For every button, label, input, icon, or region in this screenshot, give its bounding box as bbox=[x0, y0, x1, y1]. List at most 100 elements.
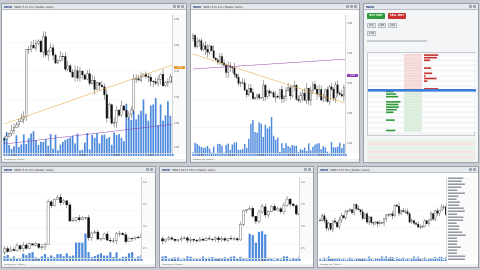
volume-bar bbox=[159, 104, 162, 156]
price-plot[interactable] bbox=[319, 177, 447, 261]
candle-body bbox=[281, 89, 283, 100]
close-icon[interactable] bbox=[308, 168, 311, 171]
candle-body bbox=[340, 215, 343, 221]
candle-body bbox=[225, 64, 227, 73]
price-plot[interactable] bbox=[192, 14, 347, 156]
x-tick: Wed bbox=[261, 259, 267, 262]
quote-row bbox=[448, 243, 457, 245]
close-icon[interactable] bbox=[473, 5, 476, 8]
candle-body bbox=[137, 78, 140, 81]
last-price-field[interactable]: 2.94 bbox=[367, 30, 377, 36]
symbol-label[interactable]: WNU bbox=[4, 168, 12, 172]
close-icon[interactable] bbox=[354, 5, 357, 8]
candle-body bbox=[176, 239, 180, 241]
symbol-label[interactable]: WNU bbox=[320, 168, 328, 172]
candle-body bbox=[91, 80, 94, 84]
candle-body bbox=[245, 209, 248, 211]
order-type-select[interactable]: LMT bbox=[377, 22, 387, 28]
settings-icon[interactable] bbox=[469, 5, 472, 8]
volume-bar bbox=[140, 110, 142, 156]
candle-body bbox=[260, 97, 263, 99]
sell-button[interactable]: SELL MKT bbox=[388, 13, 406, 19]
symbol-label[interactable]: WNU bbox=[4, 5, 12, 9]
ladder-price-cell bbox=[404, 100, 422, 103]
candle-body bbox=[212, 50, 215, 59]
price-axis[interactable]: 4.0 3.5 3.0 2.5 bbox=[299, 177, 313, 259]
candle-body bbox=[241, 82, 244, 84]
candle-body bbox=[427, 219, 430, 224]
candle-body bbox=[340, 94, 343, 97]
trade-panel[interactable]: WNU BUY MKT SELL MKT 100 LMT DAY 2.94 bbox=[363, 3, 479, 163]
drawing-set-label[interactable]: Drawing set: Default bbox=[2, 159, 186, 162]
candle-body bbox=[270, 92, 273, 94]
candle-body bbox=[220, 238, 223, 240]
buy-button[interactable]: BUY MKT bbox=[367, 13, 385, 19]
close-icon[interactable] bbox=[181, 5, 184, 8]
settings-icon[interactable] bbox=[146, 168, 149, 171]
ladder-price-cell bbox=[404, 108, 422, 111]
ladder-price-cell bbox=[404, 95, 422, 98]
settings-icon[interactable] bbox=[173, 5, 176, 8]
drawing-set-label[interactable]: Drawing set: Default bbox=[2, 264, 155, 267]
y-tick: 3.40 bbox=[347, 22, 353, 25]
candle-body bbox=[112, 240, 115, 242]
volume-bar bbox=[147, 120, 150, 156]
candle-body bbox=[66, 65, 69, 70]
chart-pane-5m[interactable]: WNU WNU 5 D 5m (Heikin Ashi) Mon Tue Wed… bbox=[317, 166, 479, 268]
settings-icon[interactable] bbox=[346, 5, 349, 8]
maximize-icon[interactable] bbox=[350, 5, 353, 8]
price-axis[interactable]: 3.40 3.20 3.00 2.80 2.60 2.94 bbox=[345, 14, 359, 154]
candle-body bbox=[279, 208, 283, 212]
volume-bar bbox=[250, 123, 252, 156]
volume-bar bbox=[252, 119, 254, 156]
time-and-sales[interactable] bbox=[367, 140, 475, 162]
settings-icon[interactable] bbox=[304, 168, 307, 171]
order-book-ladder[interactable] bbox=[367, 52, 476, 136]
drawing-set-label[interactable]: Drawing set: Default bbox=[160, 264, 313, 267]
candle-body bbox=[42, 36, 45, 53]
candle-body bbox=[210, 45, 213, 51]
symbol-label[interactable]: WNU bbox=[193, 5, 201, 9]
drawing-set-label[interactable]: Drawing set: Default bbox=[191, 159, 359, 162]
candle-body bbox=[100, 85, 103, 87]
chart-pane-1m-main[interactable]: WNU WNU 5 D 1m (Heikin Ashi) 4.50 4.00 3… bbox=[1, 3, 187, 163]
drawing-set-label[interactable]: Drawing set: Default bbox=[318, 264, 478, 267]
candle-body bbox=[118, 233, 121, 235]
price-plot[interactable] bbox=[3, 14, 174, 156]
price-plot[interactable] bbox=[161, 177, 301, 261]
volume-bar bbox=[127, 117, 130, 156]
close-icon[interactable] bbox=[150, 168, 153, 171]
chart-pane-small-1[interactable]: WNU WNU 5 D 1m (Heikin Ashi) 4.0 3.5 3.0… bbox=[1, 166, 156, 268]
ladder-size-bar bbox=[386, 129, 396, 132]
tif-select[interactable]: DAY bbox=[388, 22, 398, 28]
price-plot[interactable] bbox=[3, 177, 143, 261]
ladder-price-cell bbox=[404, 67, 422, 70]
price-axis[interactable]: 4.0 3.5 3.0 2.5 bbox=[141, 177, 155, 259]
quote-table[interactable] bbox=[446, 177, 478, 260]
chart-pane-1m-zoom[interactable]: WNU WNU 5 D 1m (Heikin Ashi) 3.40 3.20 3… bbox=[190, 3, 360, 163]
candle-body bbox=[217, 237, 220, 240]
symbol-label[interactable]: WNU bbox=[366, 5, 374, 9]
candle-body bbox=[132, 79, 135, 111]
candle-body bbox=[419, 226, 422, 228]
chart-title: WNU 10 D 15m (Heikin Ashi) bbox=[172, 167, 216, 172]
volume-bar bbox=[152, 104, 155, 156]
candle-body bbox=[239, 224, 242, 241]
candle-body bbox=[289, 87, 292, 97]
maximize-icon[interactable] bbox=[177, 5, 180, 8]
chart-pane-small-2[interactable]: WNU WNU 10 D 15m (Heikin Ashi) 4.0 3.5 3… bbox=[159, 166, 314, 268]
candle-body bbox=[276, 96, 279, 98]
price-axis[interactable]: 4.50 4.00 3.50 3.00 2.50 2.00 2.94 bbox=[172, 14, 186, 154]
candle-body bbox=[404, 211, 407, 213]
x-tick: 10:00 bbox=[228, 154, 235, 157]
candle-body bbox=[87, 217, 90, 238]
qty-field[interactable]: 100 bbox=[367, 22, 376, 28]
candle-body bbox=[312, 84, 314, 91]
candle-body bbox=[406, 211, 409, 214]
ladder-price-cell bbox=[404, 56, 422, 59]
symbol-label[interactable]: WNU bbox=[162, 168, 170, 172]
close-icon[interactable] bbox=[473, 168, 476, 171]
settings-icon[interactable] bbox=[469, 168, 472, 171]
ladder-size-bar bbox=[386, 108, 397, 111]
ladder-price-cell bbox=[404, 116, 422, 119]
